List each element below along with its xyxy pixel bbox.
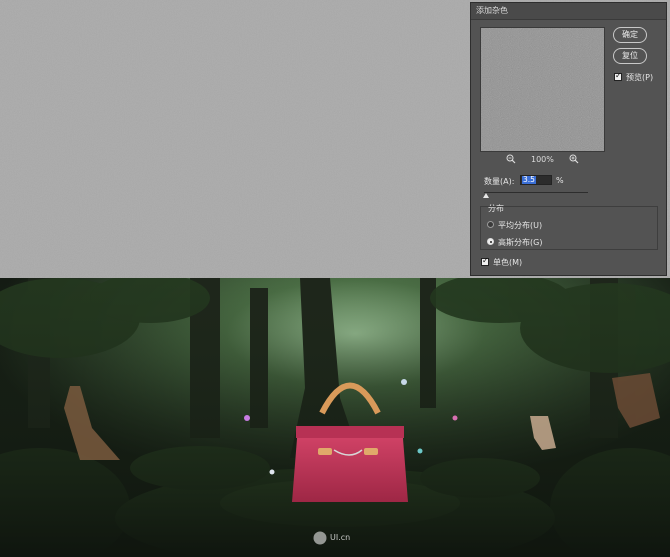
preview-noise <box>481 28 604 151</box>
reset-button[interactable]: 复位 <box>613 48 647 64</box>
zoom-in-icon[interactable] <box>569 154 579 164</box>
amount-value: 3.5 <box>522 175 536 184</box>
preview-label: 预览(P) <box>626 73 654 82</box>
amount-slider-thumb[interactable] <box>483 193 489 198</box>
radio-gaussian-label: 高斯分布(G) <box>498 238 543 247</box>
monochromatic-label: 单色(M) <box>493 258 523 267</box>
watermark: UI.cn <box>313 531 363 547</box>
amount-slider-track[interactable] <box>484 192 588 193</box>
radio-gaussian[interactable] <box>487 238 494 245</box>
ui-logo-icon <box>313 531 327 545</box>
watermark-text: UI.cn <box>330 533 351 542</box>
monochromatic-checkbox[interactable] <box>481 256 489 266</box>
zoom-out-icon[interactable] <box>506 154 516 164</box>
distribution-group: 平均分布(U) 高斯分布(G) <box>480 206 658 250</box>
preview-checkbox[interactable] <box>614 71 622 81</box>
radio-uniform[interactable] <box>487 221 494 228</box>
amount-unit: % <box>556 176 564 185</box>
ok-button[interactable]: 确定 <box>613 27 647 43</box>
add-noise-dialog: 添加杂色 确定 复位 预览(P) 100% 数量(A): 3.5 % 分布 平均… <box>470 2 667 276</box>
forest-photo <box>0 278 670 557</box>
amount-input[interactable]: 3.5 <box>520 175 552 185</box>
radio-uniform-label: 平均分布(U) <box>498 221 543 230</box>
filter-preview[interactable] <box>480 27 605 152</box>
dialog-title: 添加杂色 <box>471 3 666 20</box>
zoom-percent: 100% <box>531 155 554 164</box>
zoom-controls: 100% <box>501 154 581 166</box>
moss-ground <box>0 278 670 557</box>
amount-label: 数量(A): <box>484 177 515 186</box>
